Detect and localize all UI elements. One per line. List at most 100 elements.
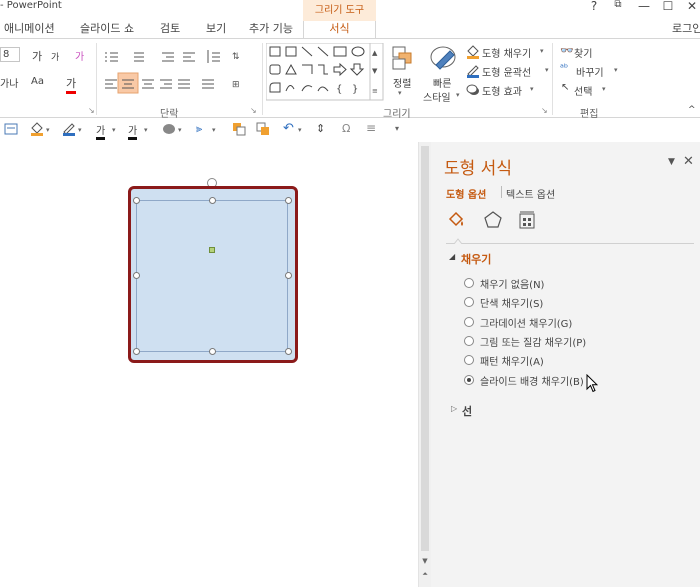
shape-fill-dropdown-icon[interactable]: ▾ xyxy=(540,47,544,55)
resize-handle[interactable] xyxy=(285,272,292,279)
restore-button[interactable]: ☐ xyxy=(660,0,676,13)
fill-color-dropdown-icon[interactable]: ▾ xyxy=(46,126,50,134)
radio-slide-background-fill[interactable]: 슬라이드 배경 채우기(B) xyxy=(464,373,584,388)
shapes-gallery[interactable]: {} ▲ ▼ ≡ xyxy=(266,43,384,101)
help-button[interactable]: ? xyxy=(586,0,602,13)
qbar-highlight-dropdown-icon[interactable]: ▾ xyxy=(144,126,148,134)
font-color-button[interactable]: 가 xyxy=(66,75,77,94)
radio-button[interactable] xyxy=(464,355,474,365)
ribbon-display-button[interactable]: ⧉ xyxy=(610,0,626,10)
paragraph-launcher-icon[interactable]: ↘ xyxy=(250,106,257,115)
align-middle-icon[interactable]: ⇕ xyxy=(316,122,325,135)
radio-button[interactable] xyxy=(464,278,474,288)
fill-section-header[interactable]: 채우기 xyxy=(461,251,491,267)
outline-color-icon[interactable] xyxy=(62,122,76,136)
drawing-launcher-icon[interactable]: ↘ xyxy=(541,106,548,115)
vertical-scrollbar[interactable]: ▼ ⏶ xyxy=(418,142,431,587)
resize-handle[interactable] xyxy=(133,272,140,279)
customize-qbar-icon[interactable]: ▾ xyxy=(395,124,399,133)
select-dropdown-icon[interactable]: ▾ xyxy=(602,85,606,93)
font-launcher-icon[interactable]: ↘ xyxy=(88,106,95,115)
previous-slide-icon[interactable]: ⏶ xyxy=(420,570,430,580)
find-button[interactable]: 찾기 xyxy=(574,45,592,60)
resize-handle[interactable] xyxy=(209,348,216,355)
radio-button-selected[interactable] xyxy=(464,375,474,385)
minimize-button[interactable]: — xyxy=(636,0,652,13)
radio-button[interactable] xyxy=(464,317,474,327)
clear-formatting-button[interactable]: 가 xyxy=(75,48,84,63)
undo-dropdown-icon[interactable]: ▾ xyxy=(298,126,302,134)
shrink-font-button[interactable]: 가 xyxy=(51,50,59,63)
slide-canvas[interactable] xyxy=(0,142,418,587)
arrange-dropdown-icon[interactable]: ▾ xyxy=(398,89,402,97)
scrollbar-thumb[interactable] xyxy=(421,146,429,551)
resize-handle[interactable] xyxy=(133,197,140,204)
select-button[interactable]: 선택 xyxy=(574,83,592,98)
omega-symbol-button[interactable]: Ω xyxy=(342,122,350,135)
resize-handle[interactable] xyxy=(133,348,140,355)
shape-outline-dropdown-icon[interactable]: ▾ xyxy=(545,66,549,74)
radio-no-fill[interactable]: 채우기 없음(N) xyxy=(464,276,544,291)
tab-text-options[interactable]: 텍스트 옵션 xyxy=(506,186,555,201)
tab-animations[interactable]: 애니메이션 xyxy=(4,20,55,36)
fill-color-icon[interactable] xyxy=(30,122,44,136)
tab-view[interactable]: 보기 xyxy=(206,20,226,36)
radio-gradient-fill[interactable]: 그라데이션 채우기(G) xyxy=(464,315,572,330)
qbar-font-color-dropdown-icon[interactable]: ▾ xyxy=(112,126,116,134)
fill-expand-icon[interactable]: ◢ xyxy=(449,252,455,261)
resize-handle[interactable] xyxy=(285,197,292,204)
replace-dropdown-icon[interactable]: ▾ xyxy=(614,66,618,74)
sign-in-link[interactable]: 로그인 xyxy=(672,20,700,36)
shape-outline-button[interactable]: 도형 윤곽선 xyxy=(482,64,531,79)
effects-pentagon-icon[interactable] xyxy=(483,210,503,230)
align-text-icon[interactable]: ≡ xyxy=(366,121,376,135)
text-direction-icon[interactable]: ⫸ xyxy=(196,122,202,136)
pane-options-dropdown-icon[interactable]: ▼ xyxy=(668,157,675,167)
text-direction-dropdown-icon[interactable]: ▾ xyxy=(212,126,216,134)
radio-picture-fill[interactable]: 그림 또는 질감 채우기(P) xyxy=(464,334,586,349)
pane-close-icon[interactable]: ✕ xyxy=(683,154,694,169)
grow-font-button[interactable]: 가 xyxy=(32,48,42,64)
tab-review[interactable]: 검토 xyxy=(160,20,180,36)
arrange-button[interactable]: 정렬 xyxy=(393,75,411,90)
quick-styles-label-1[interactable]: 빠른 xyxy=(433,75,451,90)
paragraph-controls-icon[interactable]: ⇅ ⊞ xyxy=(102,47,242,107)
send-backward-icon[interactable] xyxy=(256,122,270,136)
tab-slide-show[interactable]: 슬라이드 쇼 xyxy=(80,20,134,36)
line-expand-icon[interactable]: ▷ xyxy=(451,404,457,413)
center-handle[interactable] xyxy=(209,247,215,253)
shape-fill-button[interactable]: 도형 채우기 xyxy=(482,45,531,60)
outline-color-dropdown-icon[interactable]: ▾ xyxy=(78,126,82,134)
size-properties-icon[interactable] xyxy=(517,210,537,230)
radio-button[interactable] xyxy=(464,336,474,346)
qbar-font-color-button[interactable]: 가 xyxy=(96,122,106,140)
font-size-box[interactable]: 8 xyxy=(0,47,20,62)
qbar-highlight-button[interactable]: 가 xyxy=(128,122,138,140)
quick-styles-label-2[interactable]: 스타일 xyxy=(423,89,451,104)
replace-button[interactable]: 바꾸기 xyxy=(576,64,604,79)
arrange-icon[interactable] xyxy=(389,45,419,71)
undo-icon[interactable]: ↶ xyxy=(283,121,294,136)
selection-pane-icon[interactable] xyxy=(4,123,18,135)
quick-styles-dropdown-icon[interactable]: ▾ xyxy=(456,91,460,99)
bring-forward-icon[interactable] xyxy=(232,122,246,136)
quick-styles-icon[interactable] xyxy=(428,43,458,75)
change-case-button[interactable]: Aa xyxy=(31,76,44,87)
resize-handle[interactable] xyxy=(209,197,216,204)
char-spacing-button[interactable]: 가나 xyxy=(0,75,18,90)
scroll-down-icon[interactable]: ▼ xyxy=(420,557,430,567)
shape-effects-dropdown-icon[interactable]: ▾ xyxy=(530,85,534,93)
resize-handle[interactable] xyxy=(285,348,292,355)
collapse-ribbon-icon[interactable]: ^ xyxy=(688,105,696,115)
shape-style-dropdown-icon[interactable]: ▾ xyxy=(178,126,182,134)
close-button[interactable]: ✕ xyxy=(684,0,700,13)
line-section-header[interactable]: 선 xyxy=(462,403,472,419)
tab-add-ins[interactable]: 추가 기능 xyxy=(249,20,293,36)
radio-pattern-fill[interactable]: 패턴 채우기(A) xyxy=(464,353,544,368)
tab-shape-options[interactable]: 도형 옵션 xyxy=(446,186,486,201)
shape-effects-button[interactable]: 도형 효과 xyxy=(482,83,522,98)
shape-style-icon[interactable] xyxy=(162,123,176,135)
fill-line-icon[interactable] xyxy=(446,210,466,230)
radio-button[interactable] xyxy=(464,297,474,307)
radio-solid-fill[interactable]: 단색 채우기(S) xyxy=(464,295,543,310)
